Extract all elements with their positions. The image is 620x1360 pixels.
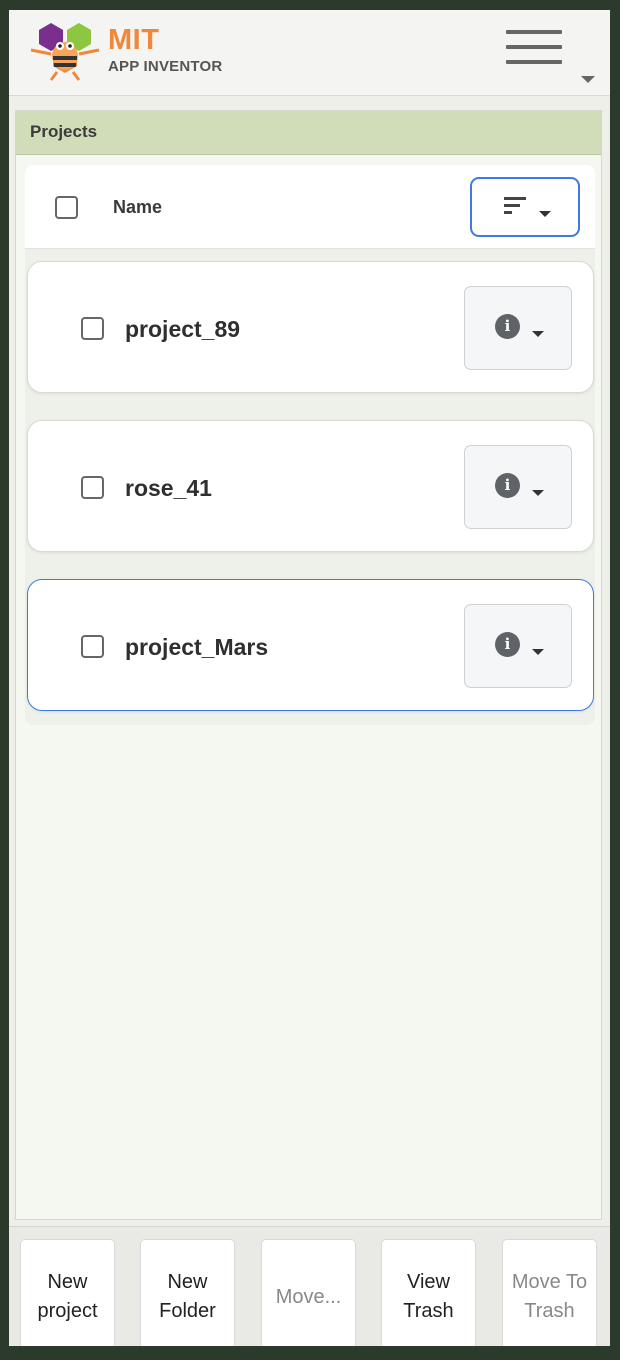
- project-name[interactable]: project_Mars: [125, 634, 268, 661]
- panel-title: Projects: [16, 111, 601, 155]
- new-folder-label-line2: Folder: [159, 1300, 216, 1322]
- project-card[interactable]: project_Mars i: [27, 579, 594, 711]
- app-inventor-logo[interactable]: [27, 20, 107, 82]
- select-all-checkbox[interactable]: [55, 196, 78, 219]
- chevron-down-icon: [532, 331, 544, 337]
- brand-subtitle: APP INVENTOR: [108, 58, 223, 75]
- project-name[interactable]: project_89: [125, 316, 240, 343]
- move-button[interactable]: Move...: [261, 1239, 356, 1346]
- project-info-button[interactable]: i: [464, 445, 572, 529]
- new-project-label-line1: New: [47, 1271, 88, 1293]
- project-checkbox[interactable]: [81, 635, 104, 658]
- project-checkbox[interactable]: [81, 317, 104, 340]
- view-trash-label-line1: View: [407, 1271, 450, 1293]
- new-project-button[interactable]: New project: [20, 1239, 115, 1346]
- chevron-down-icon[interactable]: [581, 76, 595, 83]
- view-trash-button[interactable]: View Trash: [381, 1239, 476, 1346]
- chevron-down-icon: [532, 649, 544, 655]
- project-checkbox[interactable]: [81, 476, 104, 499]
- new-folder-button[interactable]: New Folder: [140, 1239, 235, 1346]
- project-list: Name project_89 i rose_41 i project_Mars…: [25, 165, 595, 725]
- hamburger-menu-icon[interactable]: [506, 30, 562, 74]
- project-card[interactable]: project_89 i: [27, 261, 594, 393]
- sort-button[interactable]: [470, 177, 580, 237]
- chevron-down-icon: [532, 490, 544, 496]
- column-header-name[interactable]: Name: [113, 197, 162, 218]
- sort-icon: [504, 197, 528, 215]
- move-label: Move...: [275, 1286, 342, 1308]
- project-card[interactable]: rose_41 i: [27, 420, 594, 552]
- move-to-trash-label-line1: Move To: [511, 1271, 588, 1293]
- bottom-toolbar: New project New Folder Move... View Tras…: [9, 1226, 610, 1346]
- projects-panel: Projects Name project_89 i rose_41 i pro…: [15, 110, 602, 1220]
- info-icon: i: [495, 314, 520, 339]
- info-icon: i: [495, 632, 520, 657]
- project-name[interactable]: rose_41: [125, 475, 212, 502]
- view-trash-label-line2: Trash: [403, 1300, 454, 1322]
- top-bar: MIT APP INVENTOR: [9, 10, 610, 96]
- move-to-trash-label-line2: Trash: [524, 1300, 575, 1322]
- brand-title: MIT: [108, 24, 160, 56]
- move-to-trash-button[interactable]: Move To Trash: [502, 1239, 597, 1346]
- project-info-button[interactable]: i: [464, 286, 572, 370]
- app-window: MIT APP INVENTOR Projects Name project_8…: [9, 10, 610, 1346]
- project-info-button[interactable]: i: [464, 604, 572, 688]
- chevron-down-icon: [539, 211, 551, 217]
- info-icon: i: [495, 473, 520, 498]
- new-project-label-line2: project: [37, 1300, 98, 1322]
- new-folder-label-line1: New: [167, 1271, 208, 1293]
- list-header: Name: [25, 165, 595, 249]
